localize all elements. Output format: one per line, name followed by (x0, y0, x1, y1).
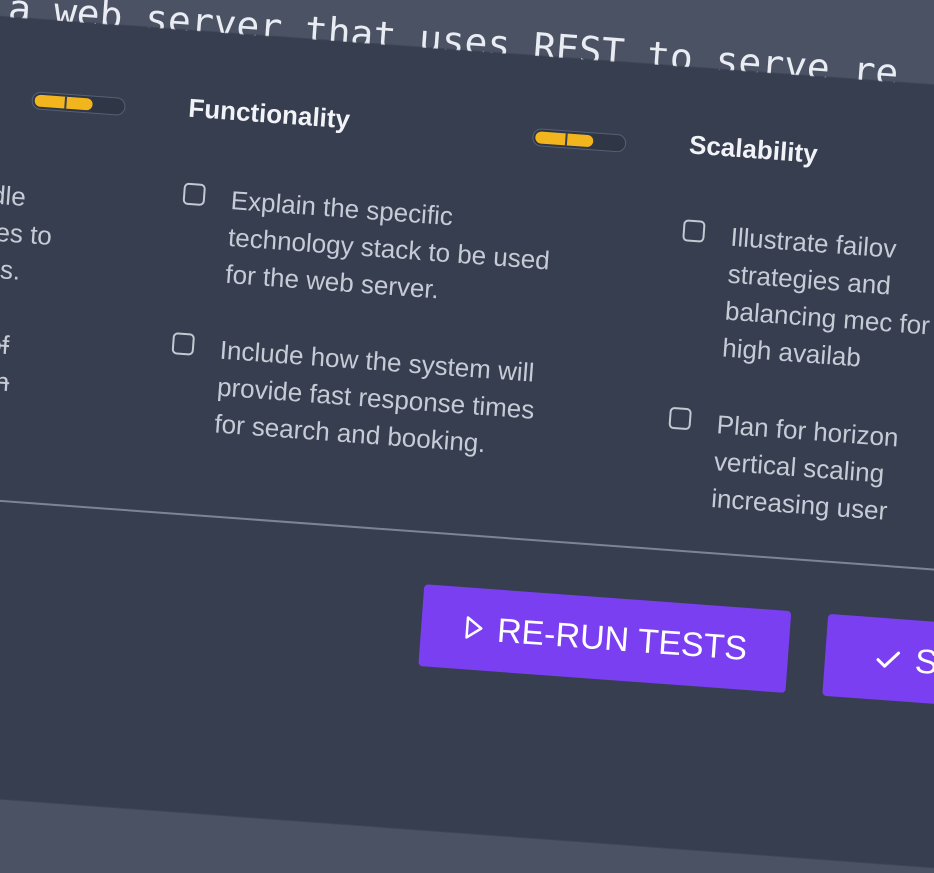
play-outline-icon (464, 609, 485, 649)
scalability-item-checkbox[interactable] (668, 406, 692, 431)
scalability-item: Plan for horizon vertical scaling increa… (668, 403, 934, 526)
submit-button[interactable]: S (822, 613, 934, 711)
scalability-item: Illustrate failov strategies and balanci… (682, 215, 934, 373)
functionality-progress-bar (531, 127, 627, 153)
scalability-item-text: Plan for horizon vertical scaling increa… (710, 409, 900, 526)
left-column-strike-fragment: with (0, 363, 11, 398)
rubric-panel: ndle ates to ngs. n of with Functionalit… (0, 10, 934, 873)
submit-label: S (913, 641, 934, 682)
scalability-heading: Scalability (688, 129, 819, 169)
left-column-fragment: ndle (0, 178, 27, 212)
functionality-item: Include how the system will provide fast… (171, 328, 552, 458)
checkmark-icon (874, 639, 903, 680)
functionality-item: Explain the specific technology stack to… (182, 179, 563, 304)
rerun-tests-label: RE-RUN TESTS (495, 611, 749, 668)
functionality-heading: Functionality (187, 92, 352, 135)
left-column-fragment: ates to (0, 215, 53, 251)
left-column-fragment: ngs. (0, 252, 22, 286)
left-progress-bar (31, 91, 127, 117)
functionality-item-checkbox[interactable] (182, 182, 207, 207)
functionality-item-text: Include how the system will provide fast… (213, 334, 536, 459)
functionality-item-text: Explain the specific technology stack to… (224, 185, 551, 305)
left-column-strike-fragment: n of (0, 327, 11, 361)
rerun-tests-button[interactable]: RE-RUN TESTS (418, 584, 792, 693)
functionality-item-checkbox[interactable] (171, 332, 196, 356)
scalability-item-checkbox[interactable] (682, 219, 706, 243)
scalability-item-text: Illustrate failov strategies and balanci… (721, 221, 931, 373)
